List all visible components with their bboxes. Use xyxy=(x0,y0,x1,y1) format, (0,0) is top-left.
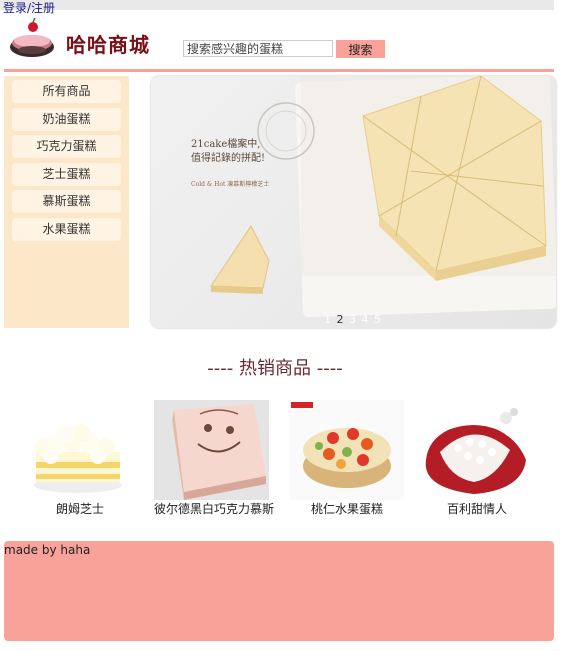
product-image-walnut-fruit-cake[interactable] xyxy=(289,400,404,500)
header-divider xyxy=(4,69,554,72)
banner-image xyxy=(210,76,556,318)
product-image-baileys-lover[interactable] xyxy=(418,400,533,500)
category-cream-cake[interactable]: 奶油蛋糕 xyxy=(12,108,121,131)
footer-credit: made by haha xyxy=(4,543,91,557)
product-name-rum-cheese[interactable]: 朗姆芝士 xyxy=(10,502,150,516)
banner-headline: 21cake檔案中, 值得記錄的拼配! xyxy=(191,138,265,166)
footer: made by haha xyxy=(4,541,554,641)
store-logo-text[interactable]: 哈哈商城 xyxy=(66,32,150,58)
category-cheese-cake[interactable]: 芝士蛋糕 xyxy=(12,163,121,186)
cake-logo-icon xyxy=(8,17,56,59)
category-fruit-cake[interactable]: 水果蛋糕 xyxy=(12,218,121,241)
category-chocolate-cake[interactable]: 巧克力蛋糕 xyxy=(12,135,121,158)
search-button[interactable]: 搜索 xyxy=(336,40,385,58)
banner-headline-line2: 值得記錄的拼配! xyxy=(191,153,266,164)
product-name-walnut-fruit-cake[interactable]: 桃仁水果蛋糕 xyxy=(277,502,417,516)
banner-subline: Cold & Hot 凍慕斯檸檬芝士 xyxy=(191,181,270,188)
top-bar xyxy=(0,0,554,10)
banner-headline-line1: 21cake檔案中, xyxy=(191,139,261,150)
carousel-dot-4[interactable]: 4 xyxy=(362,313,370,326)
carousel-dot-2[interactable]: 2 xyxy=(337,313,345,326)
carousel-dot-5[interactable]: 5 xyxy=(374,313,382,326)
category-mousse-cake[interactable]: 慕斯蛋糕 xyxy=(12,190,121,213)
banner-carousel[interactable]: 21cake檔案中, 值得記錄的拼配! Cold & Hot 凍慕斯檸檬芝士 1… xyxy=(151,76,556,328)
carousel-dots: 1 2 3 4 5 xyxy=(324,313,382,326)
product-name-chocolate-mousse[interactable]: 彼尔德黑白巧克力慕斯 xyxy=(144,502,284,516)
carousel-dot-3[interactable]: 3 xyxy=(349,313,357,326)
search-input[interactable] xyxy=(183,40,333,57)
product-image-rum-cheese[interactable] xyxy=(18,400,133,500)
carousel-dot-1[interactable]: 1 xyxy=(324,313,332,326)
product-image-chocolate-mousse[interactable] xyxy=(154,400,269,500)
category-sidebar: 所有商品 奶油蛋糕 巧克力蛋糕 芝士蛋糕 慕斯蛋糕 水果蛋糕 xyxy=(4,76,129,328)
login-register-link[interactable]: 登录/注册 xyxy=(3,1,55,15)
product-name-baileys-lover[interactable]: 百利甜情人 xyxy=(407,502,547,516)
hot-products-title: ---- 热销商品 ---- xyxy=(207,358,343,379)
category-all-products[interactable]: 所有商品 xyxy=(12,80,121,103)
